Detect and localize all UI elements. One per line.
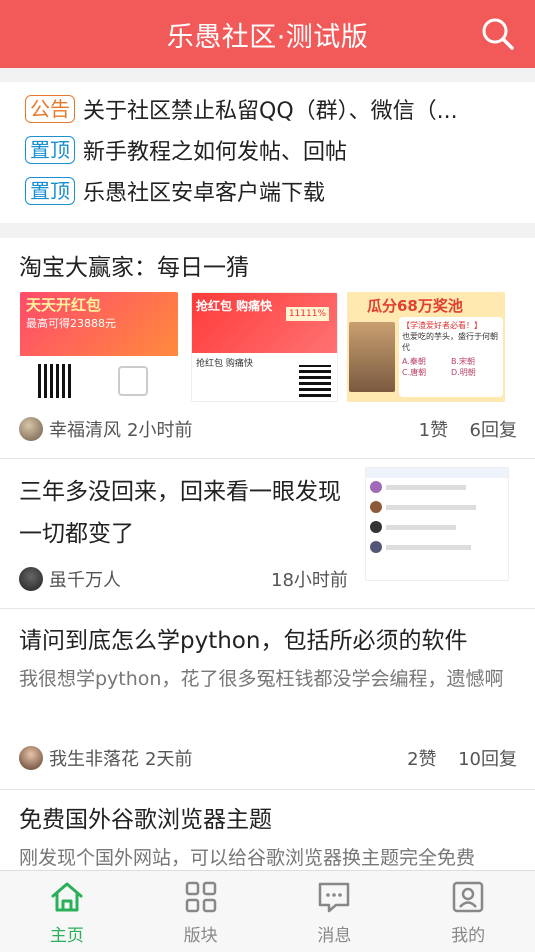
notice-item[interactable]: 公告 关于社区禁止私留QQ（群）、微信（... xyxy=(0,89,535,129)
post-card[interactable]: 免费国外谷歌浏览器主题 刚发现个国外网站，可以给谷歌浏览器换主题完全免费 xyxy=(0,790,535,870)
notice-list: 公告 关于社区禁止私留QQ（群）、微信（... 置顶 新手教程之如何发帖、回帖 … xyxy=(0,82,535,223)
post-title: 淘宝大赢家：每日一猜 xyxy=(19,255,249,281)
option-label: D.明朝 xyxy=(451,368,476,377)
app-header: 乐愚社区·测试版 xyxy=(0,0,535,68)
post-card[interactable]: 淘宝大赢家：每日一猜 天天开红包 最高可得23888元 抢红包 购痛快 1111… xyxy=(0,238,535,459)
qr-code-icon xyxy=(299,365,331,397)
product-image xyxy=(349,322,395,392)
option-label: C.唐朝 xyxy=(402,368,427,377)
tab-label: 主页 xyxy=(49,926,84,946)
home-icon xyxy=(51,882,83,912)
tab-label: 消息 xyxy=(317,926,352,946)
post-card[interactable]: 三年多没回来，回来看一眼发现一切都变了 虽千万人 18小时前 xyxy=(0,459,535,609)
post-time: 2天前 xyxy=(145,749,193,770)
image-caption: 天天开红包 xyxy=(26,296,102,314)
post-time-text: 18小时前 xyxy=(271,570,348,591)
grid-icon xyxy=(185,881,216,913)
like-count: 1赞 xyxy=(418,420,449,441)
notice-item[interactable]: 置顶 乐愚社区安卓客户端下载 xyxy=(0,171,535,211)
post-image[interactable]: 抢红包 购痛快 11111% 抢红包 购痛快 xyxy=(191,292,338,402)
profile-icon xyxy=(452,881,484,913)
post-feed: 淘宝大赢家：每日一猜 天天开红包 最高可得23888元 抢红包 购痛快 1111… xyxy=(0,238,535,870)
tab-label: 我的 xyxy=(451,926,486,946)
image-caption: 11111% xyxy=(285,307,329,321)
post-image[interactable] xyxy=(365,467,509,581)
pinned-tag: 置顶 xyxy=(25,177,75,205)
image-caption: 【学渣爱好者必看！】 xyxy=(402,321,482,330)
image-caption: 瓜分68万奖池 xyxy=(367,297,463,315)
image-caption: 最高可得23888元 xyxy=(26,317,116,330)
reply-count: 10回复 xyxy=(458,749,517,770)
post-meta: 幸福清风 2小时前 xyxy=(19,416,192,442)
notice-text: 乐愚社区安卓客户端下载 xyxy=(83,181,326,206)
author-name[interactable]: 我生非落花 xyxy=(49,745,139,771)
reply-count: 6回复 xyxy=(469,420,517,441)
tab-boards[interactable]: 版块 xyxy=(134,871,268,952)
post-title: 免费国外谷歌浏览器主题 xyxy=(19,807,272,833)
post-time: 2小时前 xyxy=(127,420,193,441)
announcement-tag: 公告 xyxy=(25,95,75,123)
post-stats: 1赞 6回复 xyxy=(419,416,517,442)
post-card[interactable]: 请问到底怎么学python，包括所必须的软件 我很想学python，花了很多冤枉… xyxy=(0,609,535,790)
option-label: A.秦朝 xyxy=(402,357,426,366)
tab-label: 版块 xyxy=(183,926,218,946)
author-name[interactable]: 虽千万人 xyxy=(49,566,121,592)
app-title: 乐愚社区·测试版 xyxy=(166,21,369,53)
post-excerpt: 刚发现个国外网站，可以给谷歌浏览器换主题完全免费 xyxy=(19,847,476,869)
post-stats: 2赞 10回复 xyxy=(407,745,517,771)
notice-text: 关于社区禁止私留QQ（群）、微信（... xyxy=(83,99,458,124)
avatar[interactable] xyxy=(19,417,43,441)
post-excerpt: 我很想学python，花了很多冤枉钱都没学会编程，遗憾啊 xyxy=(19,668,504,690)
notice-text: 新手教程之如何发帖、回帖 xyxy=(83,140,348,165)
message-icon xyxy=(319,882,350,913)
post-image[interactable]: 天天开红包 最高可得23888元 xyxy=(20,292,178,402)
search-icon[interactable] xyxy=(481,17,515,51)
post-time: 18小时前 xyxy=(271,566,348,592)
post-title: 三年多没回来，回来看一眼发现一切都变了 xyxy=(19,479,341,547)
qr-code-icon xyxy=(38,364,72,398)
post-meta: 我生非落花 2天前 xyxy=(19,745,192,771)
like-count: 2赞 xyxy=(407,749,437,770)
pinned-tag: 置顶 xyxy=(25,136,75,164)
tab-home[interactable]: 主页 xyxy=(0,871,134,952)
avatar[interactable] xyxy=(19,567,43,591)
tab-profile[interactable]: 我的 xyxy=(401,871,535,952)
logo-icon xyxy=(118,366,148,396)
bottom-tab-bar: 主页 版块 消息 我的 xyxy=(0,870,535,952)
author-name[interactable]: 幸福清风 xyxy=(49,416,121,442)
post-image[interactable]: 瓜分68万奖池 【学渣爱好者必看！】 也爱吃的芋头，盛行于何朝代 A.秦朝 B.… xyxy=(347,292,505,402)
avatar[interactable] xyxy=(19,746,43,770)
post-meta: 虽千万人 xyxy=(19,566,121,592)
post-title: 请问到底怎么学python，包括所必须的软件 xyxy=(19,628,468,654)
tab-messages[interactable]: 消息 xyxy=(268,871,402,952)
image-caption: 抢红包 购痛快 xyxy=(196,299,273,313)
notice-item[interactable]: 置顶 新手教程之如何发帖、回帖 xyxy=(0,130,535,170)
image-caption: 也爱吃的芋头，盛行于何朝代 xyxy=(402,332,498,352)
option-label: B.宋朝 xyxy=(451,357,476,366)
